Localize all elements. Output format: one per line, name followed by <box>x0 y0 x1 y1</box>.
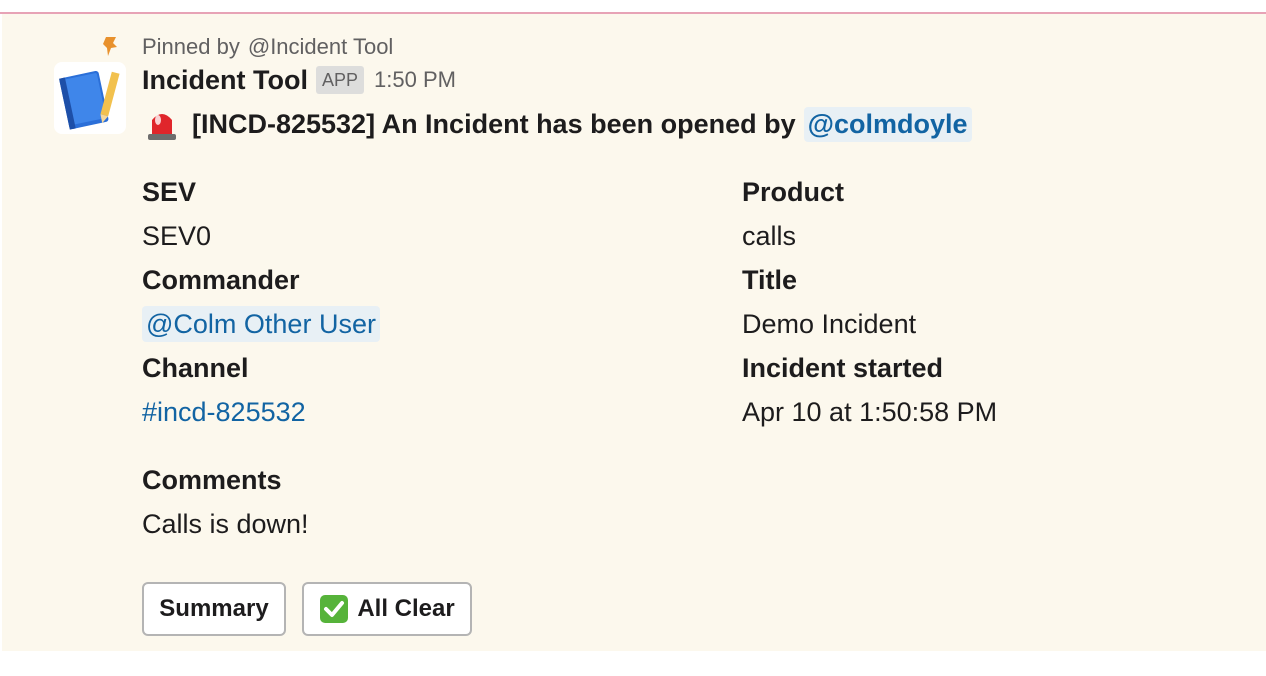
headline-text: [INCD-825532] An Incident has been opene… <box>192 108 796 139</box>
notebook-pencil-icon <box>59 70 120 130</box>
summary-button[interactable]: Summary <box>142 582 286 636</box>
user-mention[interactable]: @colmdoyle <box>803 106 972 142</box>
product-label: Product <box>742 177 845 207</box>
pinned-prefix: Pinned by <box>142 34 240 59</box>
slack-pinned-message-view: Pinned by @Incident Tool Incident Tool A… <box>0 0 1266 676</box>
incident-started-label: Incident started <box>742 353 944 383</box>
white-check-mark-icon <box>319 594 349 624</box>
incident-started-value: Apr 10 at 1:50:58 PM <box>742 397 998 427</box>
message-header: Incident Tool APP 1:50 PM <box>142 62 456 98</box>
pinned-indicator: Pinned by @Incident Tool <box>102 34 393 60</box>
avatar[interactable] <box>54 62 126 134</box>
channel-label: Channel <box>142 353 249 383</box>
sender-name[interactable]: Incident Tool <box>142 65 308 96</box>
sev-value: SEV0 <box>142 221 212 251</box>
title-label: Title <box>742 265 798 295</box>
message-highlight[interactable]: Pinned by @Incident Tool Incident Tool A… <box>2 14 1266 651</box>
pin-icon <box>102 35 122 59</box>
commander-mention[interactable]: @Colm Other User <box>142 306 380 342</box>
all-clear-button[interactable]: All Clear <box>302 582 472 636</box>
summary-button-label: Summary <box>159 595 269 622</box>
all-clear-button-label: All Clear <box>357 595 455 622</box>
incident-headline: [INCD-825532] An Incident has been opene… <box>144 102 972 146</box>
message-timestamp[interactable]: 1:50 PM <box>374 67 456 93</box>
channel-link[interactable]: #incd-825532 <box>142 394 306 430</box>
title-value: Demo Incident <box>742 309 917 339</box>
product-value: calls <box>742 221 797 251</box>
commander-label: Commander <box>142 265 300 295</box>
sev-label: SEV <box>142 177 197 207</box>
comments-label: Comments <box>142 465 282 495</box>
app-badge: APP <box>315 66 365 94</box>
pinned-by-link[interactable]: @Incident Tool <box>248 34 393 60</box>
comments-value: Calls is down! <box>142 509 309 539</box>
rotating-light-icon <box>144 106 180 142</box>
